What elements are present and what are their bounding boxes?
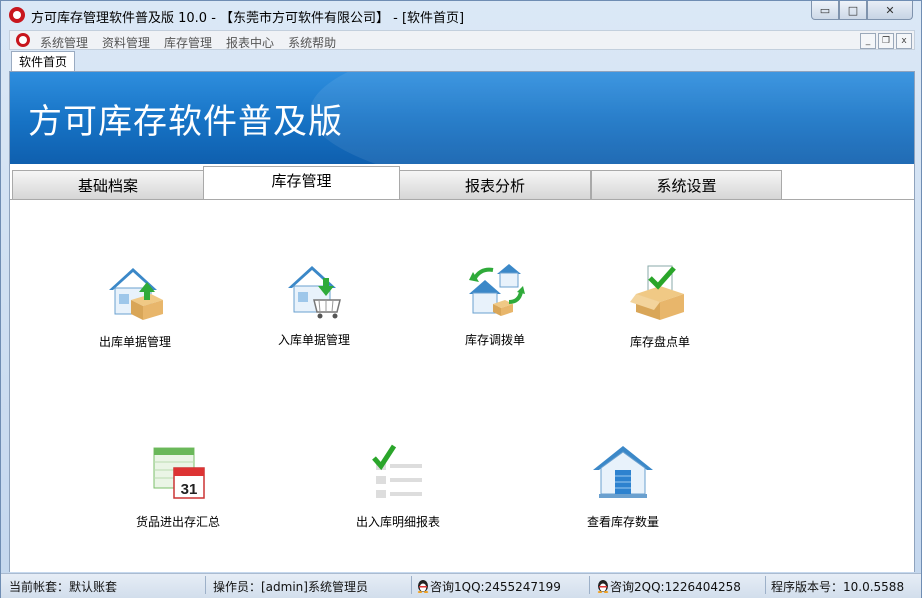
minimize-icon: ▭ [819,3,831,17]
qq2-text: 咨询2QQ:1226404258 [610,580,741,594]
inout-detail-report-label: 出入库明细报表 [355,515,440,529]
tab-system-settings[interactable]: 系统设置 [591,170,782,200]
menu-items: 系统管理 资料管理 库存管理 报表中心 系统帮助 [40,34,336,51]
box-check-icon [630,265,684,320]
maximize-button[interactable]: □ [839,1,867,20]
menu-system-manage[interactable]: 系统管理 [40,34,88,51]
qq-penguin-icon [417,580,429,593]
house-box-out-icon [109,268,163,320]
title-bar: 方可库存管理软件普及版 10.0 - 【东莞市方可软件有限公司】 - [软件首页… [1,1,921,29]
minimize-button[interactable]: ▭ [811,1,839,20]
module-tabs: 基础档案 库存管理 报表分析 系统设置 [10,164,914,201]
menu-system-help[interactable]: 系统帮助 [288,34,336,51]
goods-summary-label: 货品进出存汇总 [135,515,220,529]
calendar-31-icon: 31 [153,447,205,499]
window-controls: ▭ □ ✕ [811,1,913,20]
view-stock-quantity-button[interactable]: 查看库存数量 [553,440,693,530]
document-tab-home[interactable]: 软件首页 [11,51,76,72]
qq1-text: 咨询1QQ:2455247199 [430,580,561,594]
calendar-day-text: 31 [181,481,198,498]
outbound-orders-label: 出库单据管理 [98,335,171,349]
stock-count-label: 库存盘点单 [629,335,690,349]
window-title: 方可库存管理软件普及版 10.0 - 【东莞市方可软件有限公司】 - [软件首页… [31,11,465,26]
transfer-houses-icon [469,264,525,316]
status-qq1[interactable]: 咨询1QQ:2455247199 [417,578,561,595]
tab-basic-files[interactable]: 基础档案 [12,170,204,200]
app-logo-icon [9,7,25,23]
menu-report-center[interactable]: 报表中心 [226,34,274,51]
menu-data-manage[interactable]: 资料管理 [102,34,150,51]
qq-penguin-icon [597,580,609,593]
status-account: 当前帐套：默认账套 [9,580,118,594]
status-qq2[interactable]: 咨询2QQ:1226404258 [597,578,741,595]
status-separator [765,576,766,594]
status-bar: 当前帐套：默认账套 操作员：[admin]系统管理员 咨询1QQ:2455247… [1,573,921,598]
status-separator [205,576,206,594]
tab-report-analysis[interactable]: 报表分析 [399,170,591,200]
stock-transfer-button[interactable]: 库存调拨单 [425,258,565,348]
view-stock-quantity-label: 查看库存数量 [586,515,659,529]
menu-bar: 系统管理 资料管理 库存管理 报表中心 系统帮助 _ ❐ x [9,30,915,50]
close-icon: ✕ [885,3,895,17]
outbound-orders-button[interactable]: 出库单据管理 [65,260,205,350]
tab-panel: 出库单据管理 入库单据管理 库存调拨单 库存盘点单 31 货品进出存汇总 出入库… [10,200,914,572]
stock-transfer-label: 库存调拨单 [464,333,525,347]
warehouse-icon [593,446,653,498]
house-cart-in-icon [288,266,341,319]
inbound-orders-label: 入库单据管理 [277,333,350,347]
status-separator [411,576,412,594]
menu-inventory-manage[interactable]: 库存管理 [164,34,212,51]
banner: 方可库存软件普及版 [10,72,914,164]
close-button[interactable]: ✕ [867,1,913,20]
status-operator: 操作员：[admin]系统管理员 [213,580,368,594]
mdi-close-button[interactable]: x [896,33,912,49]
banner-title: 方可库存软件普及版 [28,102,343,142]
mdi-restore-button[interactable]: ❐ [878,33,894,49]
mdi-minimize-button[interactable]: _ [860,33,876,49]
status-separator [589,576,590,594]
mdi-controls: _ ❐ x [860,33,912,49]
inout-detail-report-button[interactable]: 出入库明细报表 [328,440,468,530]
status-version: 程序版本号：10.0.5588 [771,580,905,594]
home-content: 方可库存软件普及版 基础档案 库存管理 报表分析 系统设置 出库单据管理 入库单… [9,71,915,572]
main-window: 方可库存管理软件普及版 10.0 - 【东莞市方可软件有限公司】 - [软件首页… [0,0,922,598]
checklist-icon [372,444,422,498]
tab-inventory-manage[interactable]: 库存管理 [203,166,400,201]
inbound-orders-button[interactable]: 入库单据管理 [244,258,384,348]
goods-summary-button[interactable]: 31 货品进出存汇总 [108,440,248,530]
mdi-app-icon[interactable] [16,33,30,47]
stock-count-button[interactable]: 库存盘点单 [590,260,730,350]
maximize-icon: □ [847,3,859,17]
